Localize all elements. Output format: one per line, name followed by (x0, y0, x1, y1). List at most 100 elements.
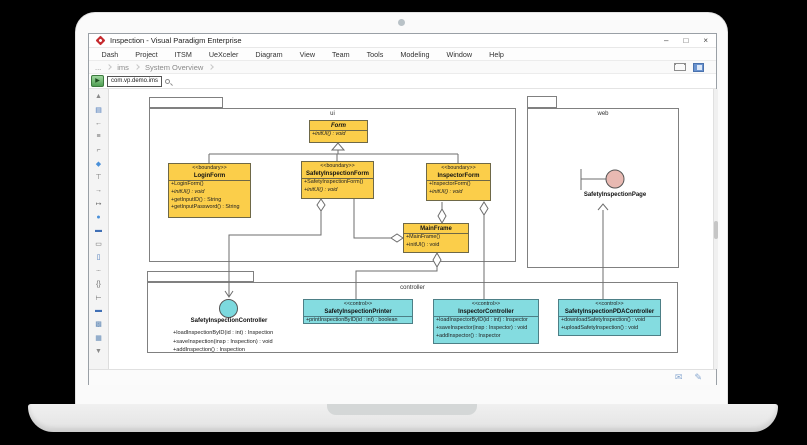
operation: +addInspection() : Inspection (173, 346, 273, 355)
status-icon[interactable]: ✎ (694, 373, 702, 382)
label-safetyinspectioncontroller[interactable]: SafetyInspectionController (164, 318, 294, 324)
grid-tool-icon[interactable]: ▦ (92, 331, 106, 344)
scrollbar-thumb[interactable] (714, 221, 718, 239)
menu-bar: DashProjectITSMUeXcelerDiagramViewTeamTo… (89, 48, 716, 61)
class-safetyinspectionform[interactable]: <<boundary>>SafetyInspectionForm+SafetyI… (301, 161, 374, 199)
status-icon[interactable]: ✉ (675, 373, 683, 382)
operation: +saveInspector(insp : Inspector) : void (434, 325, 538, 333)
operation: +initUI() : void (404, 242, 468, 250)
class-safetyinspectionprinter[interactable]: <<control>>SafetyInspectionPrinter+print… (303, 299, 413, 324)
operation: +SafetyInspectionForm() (302, 179, 373, 187)
class-name-label: SafetyInspectionPDAController (559, 308, 660, 316)
menu-item[interactable]: Team (324, 50, 359, 59)
vertical-scrollbar[interactable] (713, 89, 718, 369)
operation: +printInspectionByID(id : int) : boolean (304, 317, 412, 324)
class-name-label: SafetyInspectionForm (302, 170, 373, 178)
menu-item[interactable]: Help (481, 50, 513, 59)
minimize-button[interactable]: – (664, 37, 668, 45)
breadcrumb: ... ims System Overview (89, 61, 716, 74)
menu-item[interactable]: Dash (93, 50, 127, 59)
menu-item[interactable]: Diagram (247, 50, 291, 59)
search-icon[interactable] (165, 79, 170, 84)
operation: +downloadSafetyInspection() : void (559, 317, 660, 325)
status-bar: ✉✎ (89, 369, 716, 385)
menu-item[interactable]: Window (438, 50, 481, 59)
braces-tool-icon[interactable]: {} (92, 277, 106, 290)
class-loginform[interactable]: <<boundary>>LoginForm+LoginForm()+initUI… (168, 163, 251, 218)
operation: +initUI() : void (302, 187, 373, 195)
operation: +uploadSafetyInspection() : void (559, 325, 660, 333)
menu-item[interactable]: Project (127, 50, 166, 59)
class-inspectorcontroller[interactable]: <<control>>InspectorController+loadInspe… (433, 299, 539, 344)
scroll-down-icon[interactable]: ▼ (92, 344, 106, 357)
operation: +loadInspectorByID(id : int) : Inspector (434, 317, 538, 325)
operations-safetyinspectioncontroller: +loadInspectionByID(id : int) : Inspecti… (173, 329, 273, 355)
stereotype-label: <<control>> (559, 301, 660, 308)
stereotype-label: <<control>> (304, 301, 412, 308)
operation: +initUI() : void (169, 189, 250, 197)
decision-tool-icon[interactable]: ◆ (92, 157, 106, 170)
laptop-base-notch (327, 404, 477, 415)
stereotype-label: <<boundary>> (302, 163, 373, 170)
maximize-button[interactable]: □ (683, 37, 688, 45)
class-tool-icon[interactable]: ▤ (92, 103, 106, 116)
menu-item[interactable]: ITSM (166, 50, 200, 59)
folder-tool-icon[interactable]: ▬ (92, 304, 106, 317)
stereotype-label: <<control>> (434, 301, 538, 308)
operation: +getInputPassword() : String (169, 204, 250, 212)
class-inspectorform[interactable]: <<boundary>>InspectorForm+InspectorForm(… (426, 163, 491, 201)
association-tool-icon[interactable]: ← (92, 117, 106, 130)
run-button[interactable]: ▶ (91, 75, 104, 87)
connector-tool-icon[interactable]: ⌐ (92, 144, 106, 157)
menu-item[interactable]: Modeling (392, 50, 438, 59)
chevron-right-icon (208, 64, 214, 70)
menu-item[interactable]: View (291, 50, 323, 59)
class-safetyinspectionpdacontroller[interactable]: <<control>>SafetyInspectionPDAController… (558, 299, 661, 336)
state-tool-icon[interactable]: ● (92, 211, 106, 224)
operation: +addInspector() : Inspector (434, 333, 538, 341)
frame-tool-icon[interactable]: ▭ (92, 237, 106, 250)
image-tool-icon[interactable]: ▩ (92, 318, 106, 331)
layout-panel-icon[interactable] (693, 63, 704, 72)
lifeline-tool-icon[interactable]: ⊢ (92, 291, 106, 304)
boundary-circle-safetyinspectionpage[interactable] (606, 170, 624, 188)
diagram-canvas[interactable]: controllerwebui (109, 89, 713, 369)
operation: +LoginForm() (169, 181, 250, 189)
operation: +initUI() : void (427, 189, 490, 197)
label-safetyinspectionpage[interactable]: SafetyInspectionPage (555, 192, 675, 198)
diagram-toolbar: ▲▤←≡⌐◆⊤→↦●▬▭▯┄{}⊢▬▩▦▼ (89, 89, 109, 369)
class-name-label: Form (310, 122, 367, 130)
fit-selection-icon[interactable] (674, 63, 686, 71)
control-circle-safetyinspectioncontroller[interactable] (220, 300, 238, 318)
operation: +saveInspection(insp : Inspection) : voi… (173, 338, 273, 347)
multiplicity-tool-icon[interactable]: ≡ (92, 130, 106, 143)
dash-line-tool-icon[interactable]: ┄ (92, 264, 106, 277)
menu-item[interactable]: UeXceler (200, 50, 247, 59)
transition-tool-icon[interactable]: ↦ (92, 197, 106, 210)
dependency-tool-icon[interactable]: → (92, 184, 106, 197)
generalization-triangle (332, 143, 344, 150)
menu-item[interactable]: Tools (358, 50, 392, 59)
breadcrumb-item[interactable]: ... (95, 63, 117, 72)
close-button[interactable]: × (703, 37, 708, 45)
chevron-right-icon (106, 64, 112, 70)
operation: +getInputID() : String (169, 197, 250, 205)
page-tool-icon[interactable]: ▯ (92, 251, 106, 264)
class-name-label: InspectorController (434, 308, 538, 316)
component-tool-icon[interactable]: ▬ (92, 224, 106, 237)
model-tab[interactable]: com.vp.demo.ims (107, 76, 162, 87)
title-bar: Inspection - Visual Paradigm Enterprise … (89, 34, 716, 48)
class-form[interactable]: Form+initUI() : void (309, 120, 368, 143)
scroll-up-icon[interactable]: ▲ (92, 90, 106, 103)
operation: +initUI() : void (310, 131, 367, 139)
model-tab-row: ▶ com.vp.demo.ims (89, 74, 716, 89)
breadcrumb-item[interactable]: System Overview (145, 63, 219, 72)
play-icon: ▶ (95, 78, 100, 84)
app-window: Inspection - Visual Paradigm Enterprise … (88, 33, 717, 385)
port-tool-icon[interactable]: ⊤ (92, 170, 106, 183)
breadcrumb-item[interactable]: ims (117, 63, 145, 72)
operation: +MainFrame() (404, 234, 468, 242)
class-name-label: SafetyInspectionPrinter (304, 308, 412, 316)
class-mainframe[interactable]: MainFrame+MainFrame()+initUI() : void (403, 223, 469, 253)
class-name-label: InspectorForm (427, 172, 490, 180)
